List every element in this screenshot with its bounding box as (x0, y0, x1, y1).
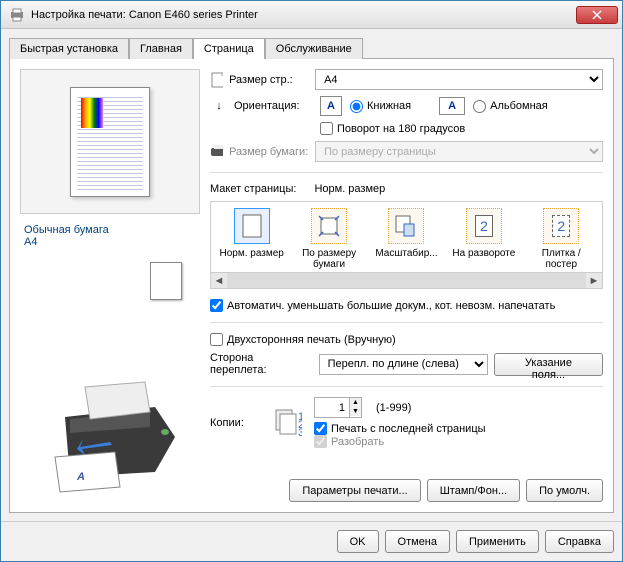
left-column: Обычная бумага A4 A (20, 69, 200, 502)
scroll-right[interactable]: ► (586, 273, 602, 288)
layout-current: Норм. размер (314, 183, 385, 195)
stamp-button[interactable]: Штамп/Фон... (427, 479, 520, 502)
layout-group: Норм. размер По размеру бумаги Масштабир… (210, 201, 603, 289)
close-button[interactable] (576, 6, 618, 24)
orientation-row: ↓ Ориентация: A Книжная A Альбомная (210, 96, 603, 116)
landscape-icon: A (439, 97, 465, 115)
divider (210, 322, 603, 323)
layout-strip: Норм. размер По размеру бумаги Масштабир… (210, 201, 603, 273)
layout-scale-icon (388, 208, 424, 244)
svg-text:3: 3 (298, 427, 302, 438)
binding-label: Сторона переплета: (210, 352, 313, 376)
from-last-label[interactable]: Печать с последней страницы (314, 422, 486, 435)
copies-range: (1-999) (376, 402, 411, 414)
copies-input[interactable] (314, 397, 350, 418)
preview-color-block (81, 98, 103, 128)
orientation-label: Ориентация: (234, 100, 314, 112)
right-column: Размер стр.: A4 ↓ Ориентация: A Книжная … (210, 69, 603, 502)
tab-strip: Быстрая установка Главная Страница Обслу… (1, 29, 622, 58)
layout-scrollbar[interactable]: ◄ ► (210, 273, 603, 289)
duplex-row: Двухсторонняя печать (Вручную) (210, 333, 603, 346)
rotate-checkbox[interactable] (320, 122, 333, 135)
spin-down[interactable]: ▼ (350, 407, 361, 416)
layout-label: Макет страницы: (210, 183, 296, 195)
scroll-thumb[interactable] (227, 273, 586, 288)
layout-spread-icon: 2 (466, 208, 502, 244)
layout-label-row: Макет страницы: Норм. размер (210, 183, 603, 195)
tab-main[interactable]: Главная (129, 38, 193, 59)
page-preview (20, 69, 200, 214)
scroll-left[interactable]: ◄ (211, 273, 227, 288)
ok-button[interactable]: OK (337, 530, 379, 553)
bottom-buttons: Параметры печати... Штамп/Фон... По умол… (210, 479, 603, 502)
small-page-preview (150, 262, 182, 300)
landscape-radio[interactable] (473, 100, 486, 113)
divider (210, 386, 603, 387)
printer-icon (9, 7, 25, 23)
divider (210, 172, 603, 173)
autoshrink-label[interactable]: Автоматич. уменьшать большие докум., кот… (210, 299, 555, 312)
printer-paper-row: Размер бумаги: По размеру страницы (210, 141, 603, 162)
duplex-checkbox[interactable] (210, 333, 223, 346)
tab-service[interactable]: Обслуживание (265, 38, 363, 59)
defaults-button[interactable]: По умолч. (526, 479, 603, 502)
binding-select[interactable]: Перепл. по длине (слева) (319, 354, 488, 375)
paper-type-text: Обычная бумага (24, 224, 196, 236)
print-options-button[interactable]: Параметры печати... (289, 479, 420, 502)
layout-poster-icon: 2 (543, 208, 579, 244)
close-icon (592, 10, 602, 20)
autoshrink-checkbox[interactable] (210, 299, 223, 312)
autoshrink-row: Автоматич. уменьшать большие докум., кот… (210, 299, 603, 312)
printer-paper-icon (210, 143, 223, 161)
layout-poster[interactable]: 2 Плитка / постер (526, 208, 596, 270)
layout-fit[interactable]: По размеру бумаги (294, 208, 364, 270)
binding-row: Сторона переплета: Перепл. по длине (сле… (210, 352, 603, 376)
page-size-label: Размер стр.: (229, 74, 309, 86)
tab-page[interactable]: Страница (193, 38, 265, 59)
layout-fit-icon (311, 208, 347, 244)
layout-spread[interactable]: 2 На развороте (449, 208, 519, 270)
collate-label: Разобрать (314, 435, 384, 448)
svg-text:A: A (76, 471, 85, 483)
duplex-label[interactable]: Двухсторонняя печать (Вручную) (210, 333, 396, 346)
copies-label: Копии: (210, 417, 260, 429)
copies-icon: 123 (272, 408, 302, 438)
copies-row: Копии: 123 ▲▼ (1-999) Печать с последней… (210, 397, 603, 448)
apply-button[interactable]: Применить (456, 530, 539, 553)
preview-lines (77, 94, 143, 190)
paper-info: Обычная бумага A4 (20, 220, 200, 252)
from-last-checkbox[interactable] (314, 422, 327, 435)
window-title: Настройка печати: Canon E460 series Prin… (31, 9, 576, 21)
orientation-icon: ↓ (210, 100, 228, 112)
page-size-icon (210, 71, 223, 89)
layout-normal-icon (234, 208, 270, 244)
layout-normal[interactable]: Норм. размер (217, 208, 287, 270)
collate-checkbox (314, 435, 327, 448)
printer-illustration: A (20, 310, 200, 502)
landscape-radio-label[interactable]: Альбомная (473, 100, 548, 113)
tab-content: Обычная бумага A4 A Размер стр.: (9, 58, 614, 513)
margin-button[interactable]: Указание поля... (494, 353, 603, 376)
layout-scale[interactable]: Масштабир... (371, 208, 441, 270)
printer-paper-label: Размер бумаги: (229, 146, 309, 158)
tab-quick[interactable]: Быстрая установка (9, 38, 129, 59)
spin-up[interactable]: ▲ (350, 398, 361, 407)
copies-spinner[interactable]: ▲▼ (314, 397, 364, 418)
portrait-icon: A (320, 96, 342, 116)
print-settings-window: Настройка печати: Canon E460 series Prin… (0, 0, 623, 562)
page-size-row: Размер стр.: A4 (210, 69, 603, 90)
portrait-radio-label[interactable]: Книжная (350, 100, 411, 113)
portrait-radio[interactable] (350, 100, 363, 113)
page-size-select[interactable]: A4 (315, 69, 603, 90)
printer-paper-select: По размеру страницы (315, 141, 603, 162)
rotate-row: Поворот на 180 градусов (210, 122, 603, 135)
rotate-checkbox-label[interactable]: Поворот на 180 градусов (320, 122, 465, 135)
titlebar: Настройка печати: Canon E460 series Prin… (1, 1, 622, 29)
paper-size-text: A4 (24, 236, 196, 248)
cancel-button[interactable]: Отмена (385, 530, 450, 553)
preview-page (70, 87, 150, 197)
help-button[interactable]: Справка (545, 530, 614, 553)
dialog-buttons: OK Отмена Применить Справка (1, 521, 622, 561)
